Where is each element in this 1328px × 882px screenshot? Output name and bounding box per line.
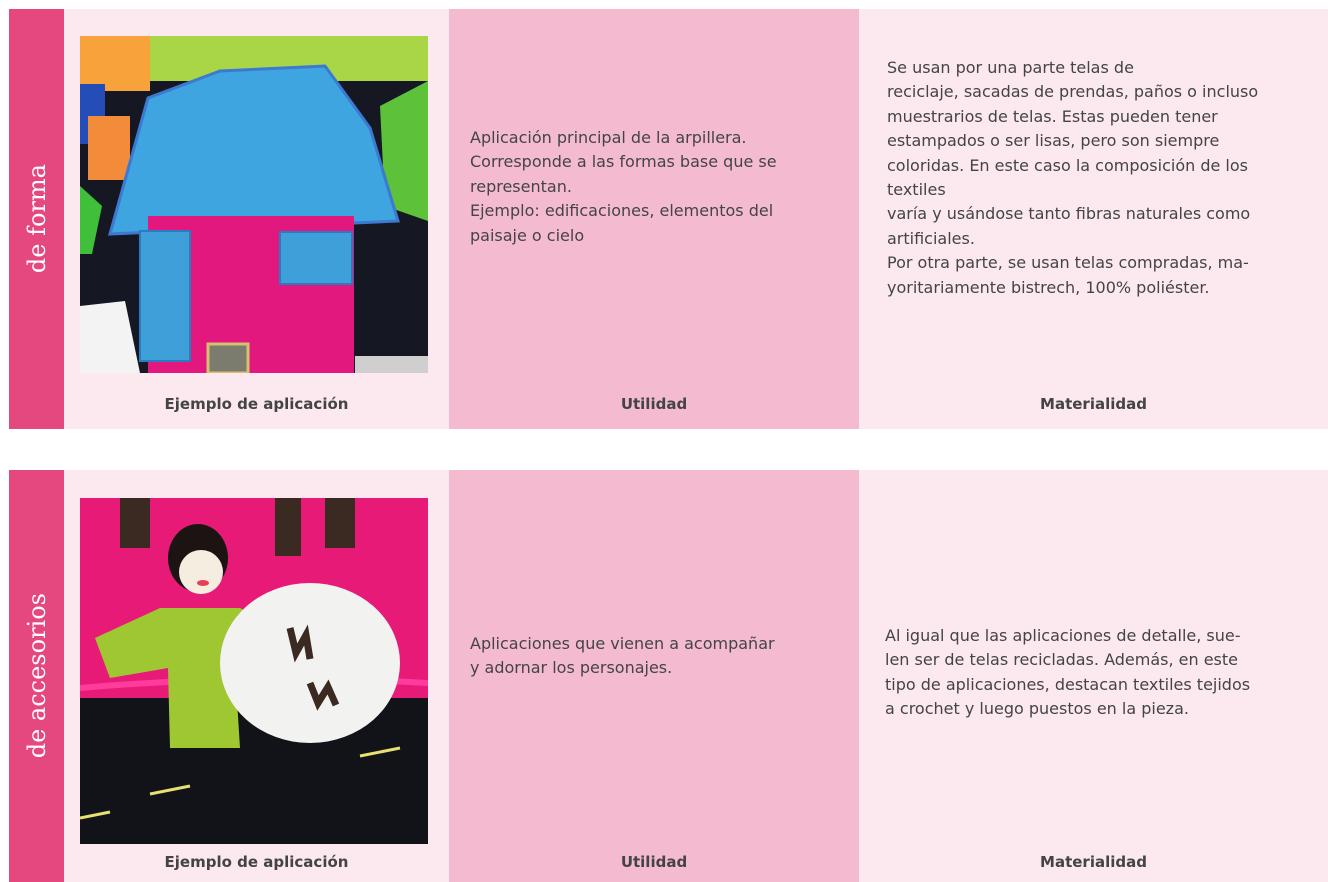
materialidad-line: coloridas. En este caso la composición d…	[887, 155, 1248, 175]
utilidad-caption: Utilidad	[620, 853, 688, 871]
utilidad-caption: Utilidad	[620, 395, 688, 413]
image-caption: Ejemplo de aplicación	[164, 395, 349, 413]
materialidad-line: Por otra parte, se usan telas compradas,…	[887, 253, 1249, 273]
materialidad-line: reciclaje, sacadas de prendas, paños o i…	[887, 82, 1259, 102]
materialidad-text: Se usan por una parte telas de reciclaje…	[887, 56, 1258, 300]
materialidad-text: Al igual que las aplicaciones de detalle…	[885, 624, 1250, 722]
utilidad-text: Aplicaciones que vienen a acompañar y ad…	[470, 632, 775, 681]
utilidad-line: Aplicaciones que vienen a acompañar	[470, 634, 775, 653]
section-de-accesorios: de accesorios Ejemplo de aplicación Apli…	[9, 470, 1328, 882]
materialidad-line: a crochet y luego puestos en la pieza.	[885, 699, 1189, 719]
materialidad-line: estampados o ser lisas, pero son siempre	[887, 131, 1220, 151]
materialidad-line: Al igual que las aplicaciones de detalle…	[885, 626, 1241, 645]
utilidad-column: Aplicación principal de la arpillera. Co…	[449, 9, 859, 429]
image-caption: Ejemplo de aplicación	[164, 853, 349, 871]
section-side-bar: de forma	[9, 9, 64, 429]
materialidad-line: len ser de telas recicladas. Además, en …	[885, 650, 1238, 670]
example-column: Ejemplo de aplicación	[64, 470, 449, 882]
materialidad-line: artificiales.	[887, 228, 975, 248]
utilidad-line: representan.	[470, 176, 572, 196]
materialidad-line: muestrarios de telas. Estas pueden tener	[887, 106, 1218, 126]
utilidad-text: Aplicación principal de la arpillera. Co…	[470, 126, 777, 248]
utilidad-line: y adornar los personajes.	[470, 658, 673, 678]
materialidad-column: Al igual que las aplicaciones de detalle…	[859, 470, 1328, 882]
house-applique-image	[80, 36, 428, 373]
utilidad-line: Corresponde a las formas base que se	[470, 152, 777, 172]
materialidad-caption: Materialidad	[1040, 853, 1147, 871]
utilidad-column: Aplicaciones que vienen a acompañar y ad…	[449, 470, 859, 882]
materialidad-column: Se usan por una parte telas de reciclaje…	[859, 9, 1328, 429]
example-column: Ejemplo de aplicación	[64, 9, 449, 429]
doll-applique-image	[80, 498, 428, 844]
materialidad-line: textiles	[887, 180, 946, 200]
section-side-bar: de accesorios	[9, 470, 64, 882]
materialidad-line: tipo de aplicaciones, destacan textiles …	[885, 674, 1251, 694]
arpillera-house-photo	[80, 36, 428, 373]
materialidad-caption: Materialidad	[1040, 395, 1147, 413]
utilidad-line: Ejemplo: edificaciones, elementos del	[470, 201, 774, 221]
section-de-forma: de forma Ejemplo de aplicación Aplicació…	[9, 9, 1328, 429]
utilidad-line: Aplicación principal de la arpillera.	[470, 128, 747, 147]
materialidad-line: Se usan por una parte telas de	[887, 58, 1134, 77]
utilidad-line: paisaje o cielo	[470, 225, 585, 245]
materialidad-line: yoritariamente bistrech, 100% poliéster.	[887, 277, 1210, 297]
section-title: de forma	[22, 164, 51, 274]
materialidad-line: varía y usándose tanto fibras naturales …	[887, 204, 1251, 224]
section-title: de accesorios	[22, 593, 51, 759]
arpillera-doll-photo	[80, 498, 428, 844]
